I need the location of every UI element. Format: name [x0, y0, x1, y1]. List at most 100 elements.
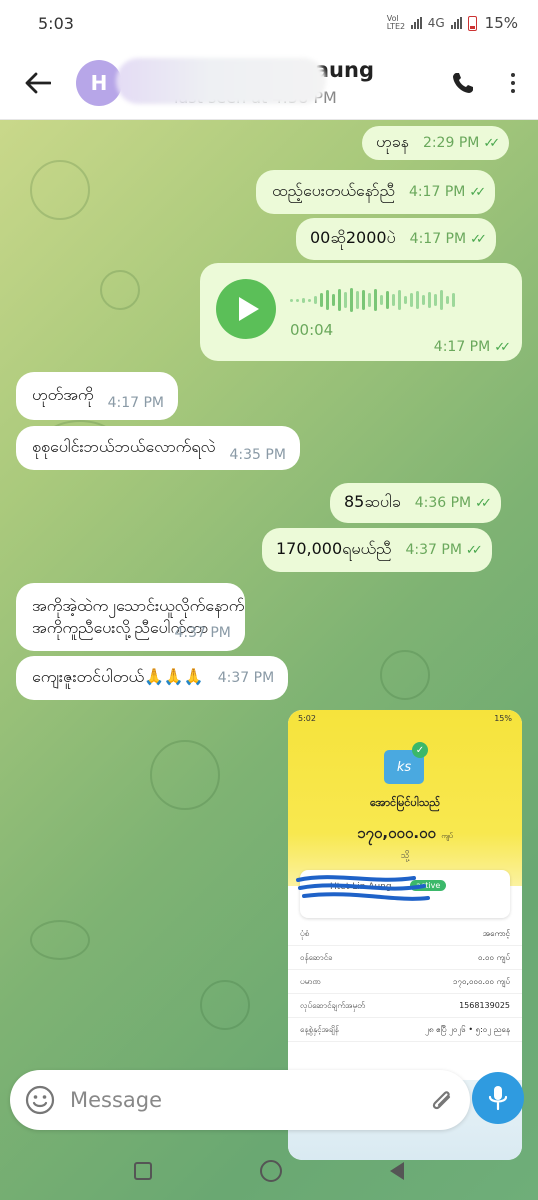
battery-icon [467, 15, 477, 31]
paperclip-icon [432, 1091, 451, 1110]
back-triangle-icon[interactable] [390, 1162, 404, 1180]
message-meta: 4:17 PM ✓✓ [409, 231, 487, 247]
waveform [290, 285, 455, 315]
message-time: 4:17 PM [433, 339, 491, 355]
receipt-amount: ၁၇၀,၀၀၀.၀၀ ကျပ် [288, 824, 522, 846]
chat-header: H aung last seen at 4:58 PM [0, 46, 538, 120]
voice-duration: 00:04 [290, 321, 334, 339]
scribble-redaction [296, 875, 430, 901]
receipt-row: ပမာဏ ၁၇၀,၀၀၀.၀၀ ကျပ် [288, 970, 522, 994]
status-time: 5:03 [38, 13, 74, 33]
message-meta: 4:17 PM [108, 395, 164, 411]
contact-info[interactable]: aung last seen at 4:58 PM [116, 46, 438, 120]
row-label: ပမာဏ [300, 976, 321, 986]
system-navigation-bar [0, 1142, 538, 1200]
play-icon[interactable] [216, 279, 276, 339]
receipt-row: ပုံစံ အကောင့် [288, 922, 522, 946]
row-value: အကောင့် [482, 928, 510, 938]
row-value: ၂၈ ဧပြီ ၂၀၂၆ • ၅:၀၂ ညနေ [424, 1024, 510, 1034]
row-label: ဝန်ဆောင်ခ [300, 952, 333, 962]
status-bar: 5:03 Vol LTE2 4G 15% [0, 0, 538, 46]
message-time: 4:37 PM [217, 670, 275, 686]
message-bubble[interactable]: ထည့်ပေးတယ်နော်ညီ 4:17 PM ✓✓ [256, 170, 496, 214]
row-value: ၀.၀၀ ကျပ် [478, 952, 510, 962]
receipt-status-bar: 5:02 15% [288, 710, 522, 727]
message-time: 4:37 PM [405, 542, 462, 558]
read-check-icon: ✓✓ [470, 231, 487, 247]
receipt-to-label: သို့ [400, 851, 410, 861]
message-time: 4:35 PM [229, 447, 286, 463]
receipt-row: ဝန်ဆောင်ခ ၀.၀၀ ကျပ် [288, 946, 522, 970]
message-meta: 4:37 PM [218, 670, 274, 686]
receipt-header: 5:02 15% ks ✓ အောင်မြင်ပါသည် ၁၇၀,၀၀၀.၀၀ … [288, 710, 522, 886]
message-composer [10, 1070, 470, 1130]
message-text: ဟုခန [376, 132, 409, 151]
message-bubble[interactable]: ဟုခန 2:29 PM ✓✓ [362, 126, 510, 160]
message-text: 00ဆို2000ပဲ [310, 228, 396, 247]
signal-icon-2 [450, 17, 462, 29]
message-text: ဟုတ်အကို [32, 385, 94, 404]
message-bubble[interactable]: ဟုတ်အကို 4:17 PM [16, 372, 178, 420]
message-meta: 2:29 PM ✓✓ [422, 135, 500, 151]
back-button[interactable] [0, 46, 76, 120]
message-text: 85ဆပါခ [344, 492, 401, 511]
message-line: အကိုအဲ့ထဲက၂သောင်းယူလိုက်နောက် [32, 596, 245, 615]
message-time: 4:17 PM [409, 231, 467, 247]
redaction-overlay [116, 57, 326, 104]
message-bubble[interactable]: 00ဆို2000ပဲ 4:17 PM ✓✓ [296, 218, 496, 260]
row-label: ပုံစံ [300, 928, 310, 938]
receipt-status-battery: 15% [494, 714, 512, 723]
network-type: 4G [427, 16, 445, 30]
phone-icon [453, 72, 473, 93]
message-time: 4:36 PM [414, 495, 472, 511]
row-value: 1568139025 [459, 1001, 510, 1010]
message-meta: 4:36 PM ✓✓ [414, 495, 492, 511]
message-text: ထည့်ပေးတယ်နော်ညီ [272, 181, 395, 200]
message-bubble[interactable]: အကိုအဲ့ထဲက၂သောင်းယူလိုက်နောက် အကိုကူညီပေ… [16, 583, 245, 651]
message-meta: 4:35 PM [230, 447, 286, 463]
voice-message[interactable]: 00:04 4:17 PM ✓✓ [200, 263, 522, 361]
status-indicators: Vol LTE2 4G 15% [387, 14, 518, 32]
arrow-left-icon [25, 72, 51, 93]
message-bubble[interactable]: 85ဆပါခ 4:36 PM ✓✓ [330, 483, 501, 523]
receipt-row: လုပ်ဆောင်ချက်အမှတ် 1568139025 [288, 994, 522, 1018]
receipt-status-time: 5:02 [298, 714, 316, 723]
call-button[interactable] [438, 46, 488, 120]
message-meta: 4:17 PM ✓✓ [433, 339, 511, 355]
message-text: စုစုပေါင်းဘယ်ဘယ်လောက်ရလဲ [32, 437, 216, 456]
message-bubble[interactable]: 170,000ရမယ်ညီ 4:37 PM ✓✓ [262, 528, 492, 572]
more-vertical-icon[interactable] [488, 46, 538, 120]
battery-percent: 15% [484, 14, 518, 32]
read-check-icon: ✓✓ [469, 184, 486, 200]
message-bubble[interactable]: ကျေးဇူးတင်ပါတယ်🙏🙏🙏 4:37 PM [16, 656, 289, 700]
attach-button[interactable] [414, 1070, 470, 1130]
message-text: ကျေးဇူးတင်ပါတယ်🙏🙏🙏 [32, 667, 204, 686]
read-check-icon: ✓✓ [483, 135, 500, 151]
read-check-icon: ✓✓ [475, 495, 492, 511]
message-time: 2:29 PM [422, 135, 480, 151]
message-text: 170,000ရမယ်ညီ [276, 539, 392, 558]
row-label: လုပ်ဆောင်ချက်အမှတ် [300, 1000, 365, 1010]
receipt-amount-unit: ကျပ် [441, 832, 453, 840]
emoji-button[interactable] [10, 1070, 70, 1130]
message-time: 4:17 PM [408, 184, 466, 200]
read-check-icon: ✓✓ [494, 339, 511, 355]
smile-icon [25, 1085, 55, 1115]
message-meta: 4:37 PM [174, 625, 230, 641]
message-input[interactable] [70, 1088, 414, 1112]
read-check-icon: ✓✓ [465, 542, 483, 558]
home-icon[interactable] [260, 1160, 282, 1182]
recent-apps-icon[interactable] [134, 1162, 152, 1180]
microphone-button[interactable] [472, 1072, 524, 1124]
row-label: နေ့စွဲနှင့်အချိန် [300, 1024, 339, 1034]
message-bubble[interactable]: စုစုပေါင်းဘယ်ဘယ်လောက်ရလဲ 4:35 PM [16, 426, 300, 470]
message-time: 4:37 PM [174, 625, 231, 641]
receipt-amount-value: ၁၇၀,၀၀၀.၀၀ [357, 824, 436, 842]
signal-icon [410, 17, 422, 29]
row-value: ၁၇၀,၀၀၀.၀၀ ကျပ် [452, 976, 510, 986]
network-label: Vol LTE2 [386, 14, 406, 31]
receipt-title: အောင်မြင်ပါသည် [370, 796, 440, 809]
receipt-details: ပုံစံ အကောင့် ဝန်ဆောင်ခ ၀.၀၀ ကျပ် ပမာဏ ၁၇၀,… [288, 922, 522, 1042]
receipt-row: နေ့စွဲနှင့်အချိန် ၂၈ ဧပြီ ၂၀၂၆ • ၅:၀၂ ညနေ [288, 1018, 522, 1042]
microphone-icon [488, 1086, 508, 1111]
